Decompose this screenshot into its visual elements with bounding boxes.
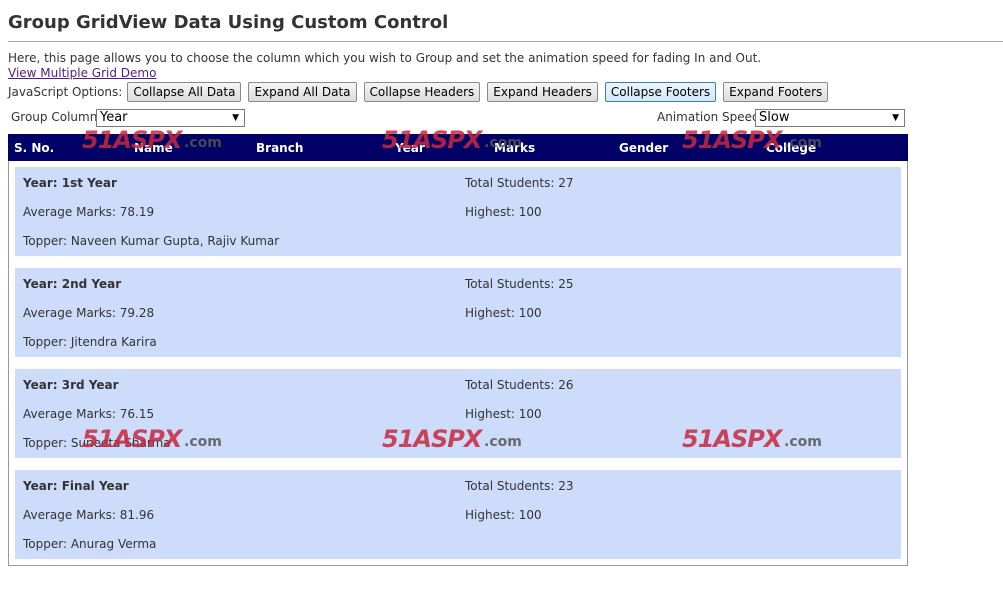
group-year: Year: 1st Year xyxy=(23,176,117,190)
animation-speed-value: Slow xyxy=(759,110,790,125)
page-title: Group GridView Data Using Custom Control xyxy=(8,12,449,33)
grid-header-row: S. No. Name Branch Year Marks Gender Col… xyxy=(8,134,908,161)
group-topper: Topper: Jitendra Karira xyxy=(23,335,157,349)
group-column-select[interactable]: Year ▼ xyxy=(96,109,245,127)
animation-speed-select[interactable]: Slow ▼ xyxy=(755,109,905,127)
group-average: Average Marks: 78.19 xyxy=(23,205,155,219)
group-highest: Highest: 100 xyxy=(465,306,542,320)
group-topper: Topper: Anurag Verma xyxy=(23,537,157,551)
group-total: Total Students: 25 xyxy=(465,277,574,291)
group-column-value: Year xyxy=(100,110,128,125)
expand-footers-button[interactable]: Expand Footers xyxy=(723,82,829,102)
header-marks[interactable]: Marks xyxy=(494,141,535,155)
javascript-options-bar: JavaScript Options: Collapse All Data Ex… xyxy=(8,81,835,103)
header-branch[interactable]: Branch xyxy=(256,141,303,155)
chevron-down-icon: ▼ xyxy=(892,113,899,123)
expand-all-data-button[interactable]: Expand All Data xyxy=(248,82,357,102)
group-average: Average Marks: 79.28 xyxy=(23,306,155,320)
group-column-label: Group Column: xyxy=(11,110,102,124)
title-divider xyxy=(8,41,1003,42)
group-year: Year: 2nd Year xyxy=(23,277,122,291)
group-average: Average Marks: 81.96 xyxy=(23,508,155,522)
group-average: Average Marks: 76.15 xyxy=(23,407,155,421)
group-footer-3rd-year[interactable]: Year: 3rd Year Average Marks: 76.15 Topp… xyxy=(15,369,901,458)
group-total: Total Students: 23 xyxy=(465,479,574,493)
header-year[interactable]: Year xyxy=(395,141,425,155)
animation-speed-label: Animation Speed: xyxy=(657,110,764,124)
group-year: Year: Final Year xyxy=(23,479,129,493)
collapse-headers-button[interactable]: Collapse Headers xyxy=(363,82,481,102)
header-gender[interactable]: Gender xyxy=(619,141,668,155)
group-highest: Highest: 100 xyxy=(465,407,542,421)
collapse-all-data-button[interactable]: Collapse All Data xyxy=(127,82,242,102)
group-total: Total Students: 27 xyxy=(465,176,574,190)
page-description: Here, this page allows you to choose the… xyxy=(8,51,762,65)
group-total: Total Students: 26 xyxy=(465,378,574,392)
collapse-footers-button[interactable]: Collapse Footers xyxy=(604,82,717,102)
multiple-grid-demo-link[interactable]: View Multiple Grid Demo xyxy=(8,66,156,80)
header-sno[interactable]: S. No. xyxy=(14,141,54,155)
group-year: Year: 3rd Year xyxy=(23,378,119,392)
group-footer-2nd-year[interactable]: Year: 2nd Year Average Marks: 79.28 Topp… xyxy=(15,268,901,357)
group-footer-final-year[interactable]: Year: Final Year Average Marks: 81.96 To… xyxy=(15,470,901,559)
group-highest: Highest: 100 xyxy=(465,508,542,522)
group-footer-1st-year[interactable]: Year: 1st Year Average Marks: 78.19 Topp… xyxy=(15,167,901,256)
expand-headers-button[interactable]: Expand Headers xyxy=(487,82,598,102)
group-topper: Topper: Naveen Kumar Gupta, Rajiv Kumar xyxy=(23,234,280,248)
group-topper: Topper: Suneeta Sharma xyxy=(23,436,171,450)
header-college[interactable]: College xyxy=(766,141,816,155)
group-highest: Highest: 100 xyxy=(465,205,542,219)
javascript-options-label: JavaScript Options: xyxy=(8,85,123,99)
header-name[interactable]: Name xyxy=(134,141,173,155)
chevron-down-icon: ▼ xyxy=(232,113,239,123)
